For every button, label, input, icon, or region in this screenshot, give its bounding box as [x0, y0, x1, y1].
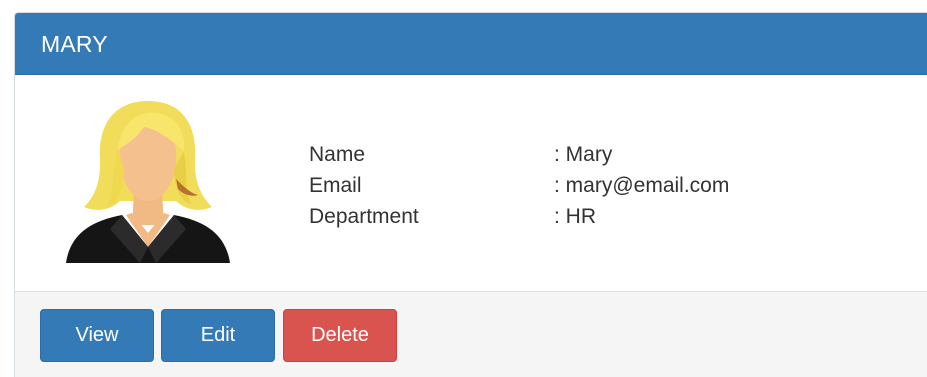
delete-button[interactable]: Delete: [283, 309, 397, 362]
department-value: : HR: [554, 204, 596, 228]
female-avatar-icon: [66, 101, 230, 263]
department-label: Department: [309, 204, 419, 228]
edit-button[interactable]: Edit: [161, 309, 275, 362]
email-label: Email: [309, 173, 362, 197]
detail-row-department: Department : HR: [309, 201, 729, 232]
card-footer: View Edit Delete: [15, 291, 927, 377]
email-value: : mary@email.com: [554, 173, 730, 197]
card-header: MARY: [15, 13, 927, 75]
card-body: Name : Mary Email : mary@email.com Depar…: [15, 75, 927, 301]
detail-row-name: Name : Mary: [309, 139, 729, 170]
employee-name-title: MARY: [41, 31, 108, 57]
view-button[interactable]: View: [40, 309, 154, 362]
employee-details-table: Name : Mary Email : mary@email.com Depar…: [309, 139, 729, 232]
name-value: : Mary: [554, 142, 613, 166]
name-label: Name: [309, 142, 366, 166]
employee-card: MARY Name : Mary Email: mary@email.com …: [14, 12, 927, 377]
detail-row-email: Email : mary@email.com: [309, 170, 729, 201]
